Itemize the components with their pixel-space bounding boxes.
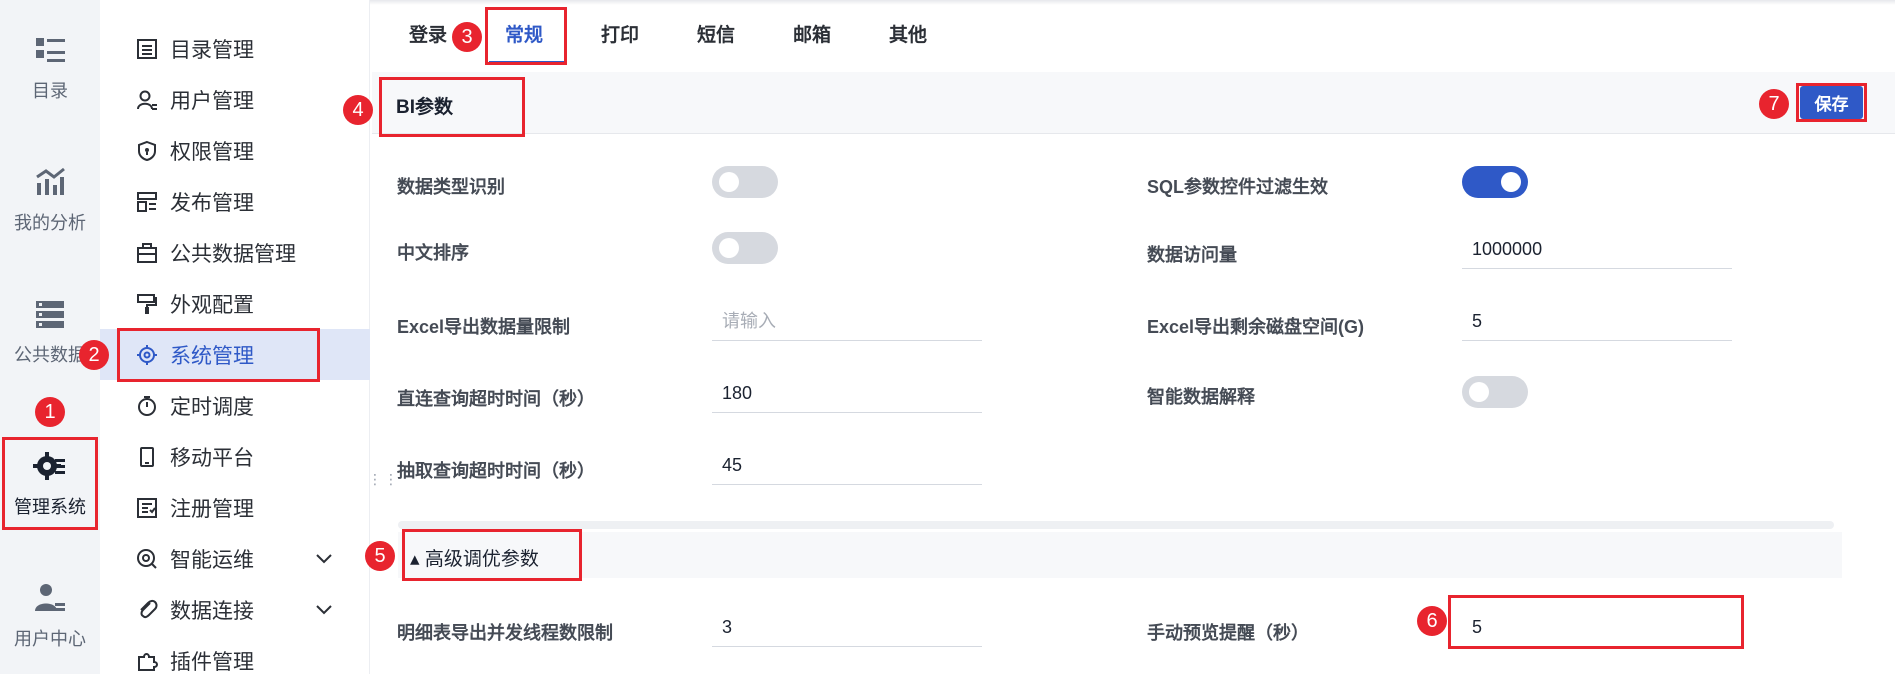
detail-export-threads-input[interactable] [712,609,982,647]
highlight-box-menu [117,328,320,382]
data-access-volume-input[interactable] [1462,231,1732,269]
menu-item-label: 权限管理 [170,140,254,164]
resize-handle-icon[interactable]: ⋮⋮ [368,472,398,504]
briefcase-icon [137,242,157,263]
timer-icon [138,395,156,416]
field-label: 抽取查询超时时间（秒） [397,461,595,481]
ops-icon [137,548,157,569]
highlight-box-input [1448,595,1744,649]
rail-item-user-center[interactable]: 用户中心 [0,566,100,666]
highlight-box-section [402,529,582,581]
menu-item-user-mgmt[interactable]: 用户管理 [100,74,370,125]
field-label: 明细表导出并发线程数限制 [397,623,613,643]
field-label: Excel导出数据量限制 [397,317,571,337]
chevron-down-icon[interactable] [313,598,335,620]
step-badge-5: 5 [365,541,395,571]
menu-item-scheduling[interactable]: 定时调度 [100,380,370,431]
excel-export-limit-input[interactable] [712,303,982,341]
rail-item-label: 用户中心 [14,629,86,649]
step-badge-2: 2 [79,340,109,370]
public-data-icon [36,301,64,328]
chevron-down-icon[interactable] [313,547,335,569]
menu-item-label: 发布管理 [170,191,254,215]
user-center-icon [35,584,65,611]
field-label: 中文排序 [397,243,469,263]
menu-item-mobile-platform[interactable]: 移动平台 [100,431,370,482]
menu-item-publish-mgmt[interactable]: 发布管理 [100,176,370,227]
step-badge-7: 7 [1759,89,1789,119]
field-label: 数据类型识别 [397,177,505,197]
field-label: SQL参数控件过滤生效 [1147,177,1329,197]
sql-param-filter-toggle[interactable] [1462,166,1528,198]
user-icon [137,90,157,110]
menu-item-data-connection[interactable]: 数据连接 [100,584,370,635]
menu-item-register-mgmt[interactable]: 注册管理 [100,482,370,533]
field-label: 手动预览提醒（秒） [1147,623,1309,643]
menu-item-plugin-mgmt[interactable]: 插件管理 [100,635,370,674]
field-label: 直连查询超时时间（秒） [397,389,595,409]
register-icon [137,497,157,518]
link-icon [140,599,158,618]
rail-item-label: 公共数据 [14,345,86,365]
field-label: 数据访问量 [1147,245,1237,265]
step-badge-1: 1 [35,397,65,427]
toggle-knob [719,172,739,192]
chinese-sort-toggle[interactable] [712,232,778,264]
menu-item-appearance[interactable]: 外观配置 [100,278,370,329]
menu-item-label: 目录管理 [170,38,254,62]
menu-item-label: 数据连接 [170,599,254,623]
menu-item-permission-mgmt[interactable]: 权限管理 [100,125,370,176]
excel-disk-space-input[interactable] [1462,303,1732,341]
menu-item-label: 公共数据管理 [170,242,296,266]
menu-item-label: 智能运维 [170,548,254,572]
menu-item-smart-ops[interactable]: 智能运维 [100,533,370,584]
step-badge-4: 4 [343,95,373,125]
menu-item-label: 定时调度 [170,395,254,419]
smart-data-explain-toggle[interactable] [1462,376,1528,408]
brush-icon [137,293,157,314]
rail-item-catalog[interactable]: 目录 [0,18,100,118]
highlight-box-panel-title [379,77,525,137]
scroll-divider [398,521,1834,529]
menu-item-label: 插件管理 [170,650,254,674]
menu-item-label: 移动平台 [170,446,254,470]
publish-icon [137,191,157,212]
plugin-icon [138,652,158,671]
highlight-box-tab [485,7,567,65]
tab-print[interactable]: 打印 [601,20,639,50]
highlight-box-save [1796,83,1867,122]
menu-item-label: 注册管理 [170,497,254,521]
analysis-icon [36,167,65,195]
tab-bar: 登录 常规 打印 短信 邮箱 其他 [372,0,1895,68]
step-badge-6: 6 [1417,606,1447,636]
icon-rail: 目录 我的分析 公共数据 管理系统 用户中心 [0,0,100,674]
mobile-icon [140,446,154,467]
advanced-section-header [398,532,1842,578]
direct-query-timeout-input[interactable] [712,375,982,413]
highlight-box-rail [2,437,98,530]
rail-item-my-analysis[interactable]: 我的分析 [0,150,100,250]
menu-item-label: 外观配置 [170,293,254,317]
toggle-knob [1469,382,1489,402]
shield-icon [138,140,156,161]
tab-login[interactable]: 登录 [409,20,447,50]
rail-item-label: 目录 [32,81,68,101]
toggle-knob [719,238,739,258]
menu-item-public-data-mgmt[interactable]: 公共数据管理 [100,227,370,278]
field-label: 智能数据解释 [1147,387,1255,407]
panel-header: BI参数 [372,72,1895,134]
rail-item-label: 我的分析 [14,213,86,233]
toggle-knob [1501,172,1521,192]
menu-item-label: 用户管理 [170,89,254,113]
tab-other[interactable]: 其他 [889,20,927,50]
catalog-icon [36,38,65,62]
menu-item-catalog-mgmt[interactable]: 目录管理 [100,23,370,74]
field-label: Excel导出剩余磁盘空间(G) [1147,317,1365,337]
tab-email[interactable]: 邮箱 [793,20,831,50]
extract-query-timeout-input[interactable] [712,447,982,485]
list-icon [137,38,157,59]
tab-sms[interactable]: 短信 [697,20,735,50]
step-badge-3: 3 [452,22,482,52]
data-type-recognition-toggle[interactable] [712,166,778,198]
